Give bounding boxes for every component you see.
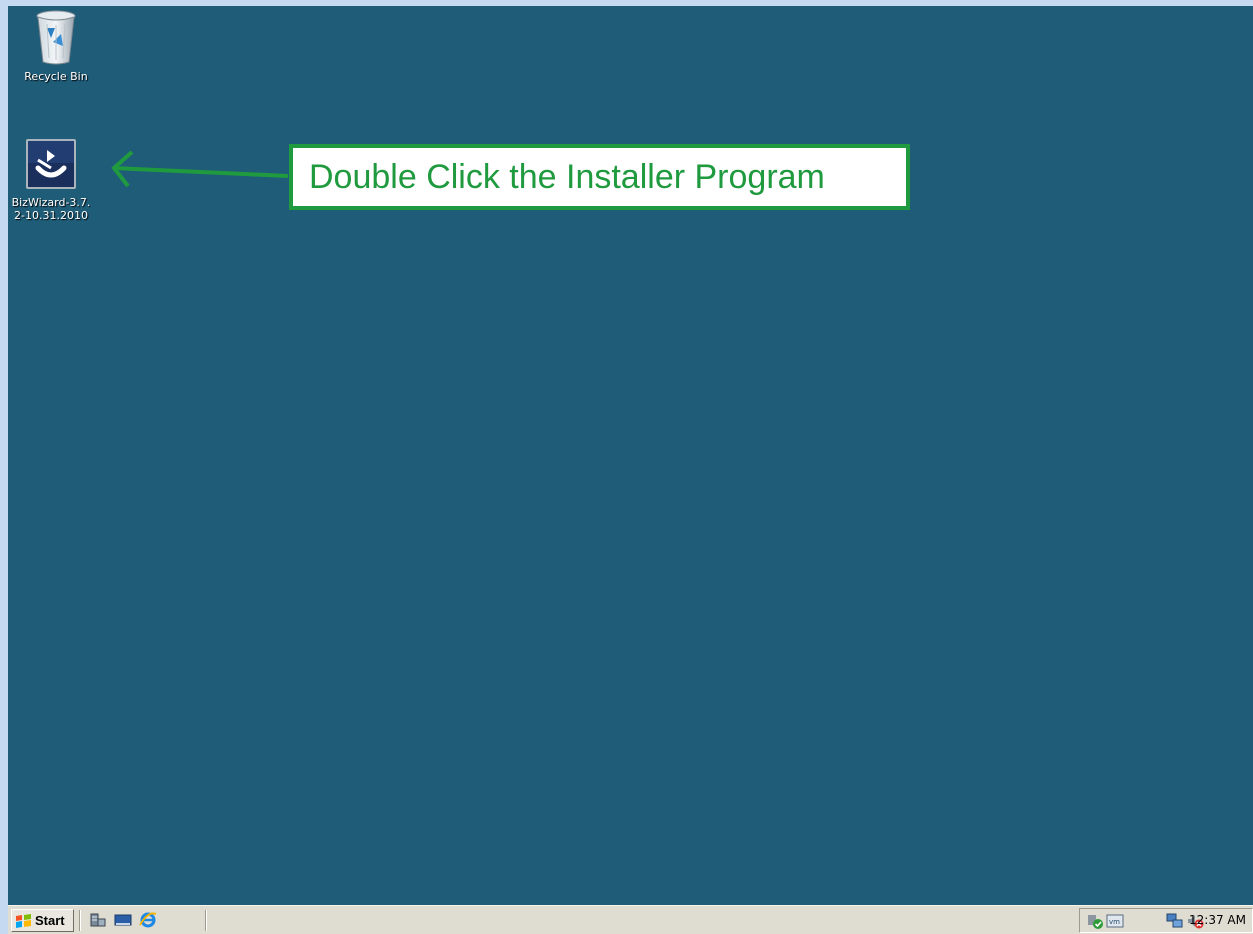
internet-explorer-icon[interactable]: [139, 911, 157, 929]
taskbar-separator: [205, 910, 207, 931]
desktop-icon-label: BizWizard-3.7.2-10.31.2010: [11, 196, 91, 222]
desktop-icon-recycle-bin[interactable]: Recycle Bin: [16, 8, 96, 83]
svg-text:vm: vm: [1109, 918, 1120, 926]
taskbar: Start vm 12:37 AM: [8, 905, 1253, 934]
annotation-callout: Double Click the Installer Program: [289, 144, 910, 210]
show-desktop-icon[interactable]: [114, 911, 132, 929]
network-icon[interactable]: [1166, 912, 1184, 930]
update-shield-icon[interactable]: [1086, 912, 1104, 930]
desktop-icon-installer[interactable]: BizWizard-3.7.2-10.31.2010: [10, 138, 92, 222]
start-label: Start: [35, 913, 65, 928]
taskbar-separator: [79, 910, 81, 931]
server-manager-icon[interactable]: [89, 911, 107, 929]
system-tray: vm 12:37 AM: [1079, 908, 1253, 933]
vmware-tools-icon[interactable]: vm: [1106, 912, 1124, 930]
desktop: Recycle Bin BizWizard-3.7.2-10.31.2010: [8, 6, 1253, 905]
installer-icon: [26, 139, 76, 189]
arrow-left-icon: [111, 150, 289, 188]
windows-logo-icon: [16, 914, 31, 928]
recycle-bin-icon: [36, 10, 76, 65]
clock[interactable]: 12:37 AM: [1189, 909, 1246, 932]
desktop-icon-label: Recycle Bin: [24, 70, 88, 83]
start-button[interactable]: Start: [11, 909, 74, 932]
